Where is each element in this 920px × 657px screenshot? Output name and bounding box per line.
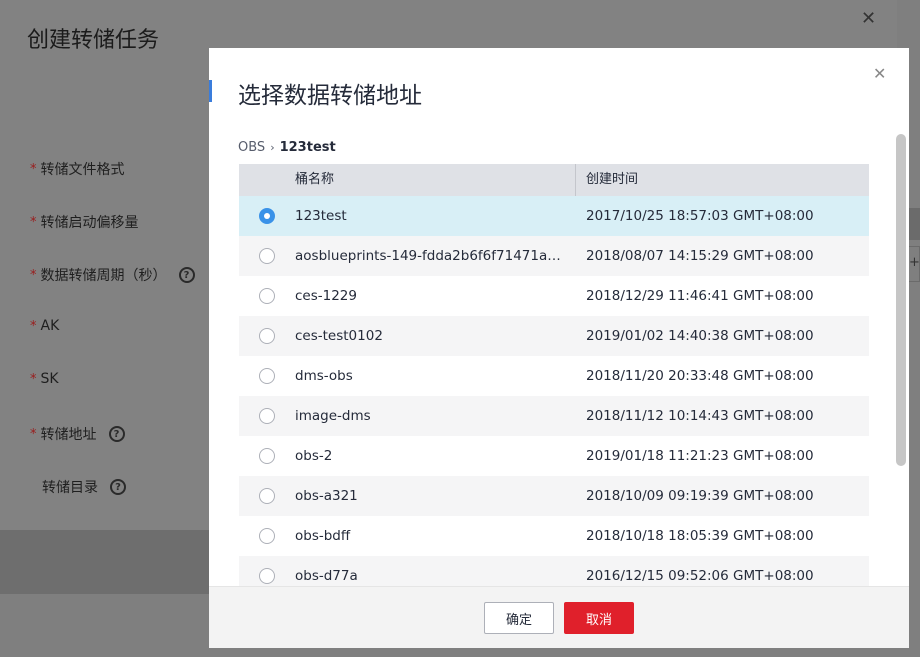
field-label-sk: * SK xyxy=(30,371,59,387)
bucket-table: 桶名称 创建时间 123test 2017/10/25 18:57:03 GMT… xyxy=(239,164,869,586)
field-label-ak: * AK xyxy=(30,318,59,334)
field-label-text: AK xyxy=(40,318,60,334)
created-time-cell: 2019/01/02 14:40:38 GMT+08:00 xyxy=(586,328,814,344)
table-row[interactable]: obs-a321 2018/10/09 09:19:39 GMT+08:00 xyxy=(239,476,869,516)
title-accent-bar xyxy=(209,80,212,102)
field-label-text: 转储文件格式 xyxy=(40,162,125,178)
table-row[interactable]: dms-obs 2018/11/20 20:33:48 GMT+08:00 xyxy=(239,356,869,396)
bucket-name-cell: obs-d77a xyxy=(295,568,358,584)
bucket-name-cell: 123test xyxy=(295,208,347,224)
bucket-name-cell: ces-test0102 xyxy=(295,328,383,344)
table-row[interactable]: obs-d77a 2016/12/15 09:52:06 GMT+08:00 xyxy=(239,556,869,586)
radio-button[interactable] xyxy=(259,488,275,504)
table-row[interactable]: ces-1229 2018/12/29 11:46:41 GMT+08:00 xyxy=(239,276,869,316)
table-header: 桶名称 创建时间 xyxy=(239,164,869,196)
table-body: 123test 2017/10/25 18:57:03 GMT+08:00 ao… xyxy=(239,196,869,586)
bucket-name-cell: obs-2 xyxy=(295,448,333,464)
radio-button[interactable] xyxy=(259,368,275,384)
chevron-right-icon: › xyxy=(270,141,275,154)
radio-button[interactable] xyxy=(259,248,275,264)
created-time-cell: 2018/11/20 20:33:48 GMT+08:00 xyxy=(586,368,814,384)
field-label-dump-address: * 转储地址 ? xyxy=(30,424,125,444)
created-time-cell: 2018/10/09 09:19:39 GMT+08:00 xyxy=(586,488,814,504)
field-label-text: 转储启动偏移量 xyxy=(40,215,139,231)
bucket-name-cell: image-dms xyxy=(295,408,371,424)
bucket-name-cell: dms-obs xyxy=(295,368,353,384)
help-icon[interactable]: ? xyxy=(178,267,195,283)
field-label-dump-period: * 数据转储周期（秒） ? xyxy=(30,265,195,285)
column-header-bucket-name: 桶名称 xyxy=(295,172,335,187)
field-label-text: 数据转储周期（秒） xyxy=(40,268,167,284)
required-asterisk: * xyxy=(30,426,37,442)
bucket-name-cell: ces-1229 xyxy=(295,288,357,304)
field-label-text: SK xyxy=(40,371,59,387)
radio-button[interactable] xyxy=(259,288,275,304)
bucket-name-cell: obs-a321 xyxy=(295,488,358,504)
radio-button[interactable] xyxy=(259,408,275,424)
table-scrollbar[interactable] xyxy=(896,134,906,466)
radio-button-selected[interactable] xyxy=(259,208,275,224)
required-asterisk: * xyxy=(30,267,37,283)
field-label-text: 转储目录 xyxy=(42,480,98,496)
field-label-dump-directory: 转储目录 ? xyxy=(42,477,126,497)
table-row[interactable]: image-dms 2018/11/12 10:14:43 GMT+08:00 xyxy=(239,396,869,436)
breadcrumb: OBS › 123test xyxy=(238,140,336,155)
radio-button[interactable] xyxy=(259,448,275,464)
table-row[interactable]: aosblueprints-149-fdda2b6f6f71471ab28… 2… xyxy=(239,236,869,276)
created-time-cell: 2018/11/12 10:14:43 GMT+08:00 xyxy=(586,408,814,424)
select-dump-address-modal: 选择数据转储地址 ✕ OBS › 123test 桶名称 创建时间 123tes… xyxy=(209,48,909,648)
required-asterisk: * xyxy=(30,371,37,387)
created-time-cell: 2017/10/25 18:57:03 GMT+08:00 xyxy=(586,208,814,224)
table-row[interactable]: obs-bdff 2018/10/18 18:05:39 GMT+08:00 xyxy=(239,516,869,556)
cancel-button[interactable]: 取消 xyxy=(564,602,634,634)
created-time-cell: 2019/01/18 11:21:23 GMT+08:00 xyxy=(586,448,814,464)
modal-footer: 确定 取消 xyxy=(209,586,909,648)
help-icon[interactable]: ? xyxy=(108,426,125,442)
background-dialog-title: 创建转储任务 xyxy=(27,28,160,53)
breadcrumb-root[interactable]: OBS xyxy=(238,140,265,155)
column-header-created-time: 创建时间 xyxy=(575,164,869,196)
modal-title: 选择数据转储地址 xyxy=(238,83,422,109)
radio-button[interactable] xyxy=(259,328,275,344)
field-label-text: 转储地址 xyxy=(40,427,97,443)
required-asterisk: * xyxy=(30,161,37,177)
field-label-file-format: * 转储文件格式 xyxy=(30,159,125,179)
bucket-name-cell: aosblueprints-149-fdda2b6f6f71471ab28… xyxy=(295,248,575,264)
table-row[interactable]: 123test 2017/10/25 18:57:03 GMT+08:00 xyxy=(239,196,869,236)
required-asterisk: * xyxy=(30,318,37,334)
confirm-button[interactable]: 确定 xyxy=(484,602,554,634)
created-time-cell: 2018/08/07 14:15:29 GMT+08:00 xyxy=(586,248,814,264)
background-close-icon[interactable]: ✕ xyxy=(861,8,876,29)
breadcrumb-current: 123test xyxy=(279,140,336,155)
required-asterisk: * xyxy=(30,214,37,230)
created-time-cell: 2018/10/18 18:05:39 GMT+08:00 xyxy=(586,528,814,544)
bucket-name-cell: obs-bdff xyxy=(295,528,351,544)
close-icon[interactable]: ✕ xyxy=(873,64,886,83)
table-row[interactable]: ces-test0102 2019/01/02 14:40:38 GMT+08:… xyxy=(239,316,869,356)
radio-button[interactable] xyxy=(259,568,275,584)
created-time-cell: 2016/12/15 09:52:06 GMT+08:00 xyxy=(586,568,814,584)
radio-button[interactable] xyxy=(259,528,275,544)
created-time-cell: 2018/12/29 11:46:41 GMT+08:00 xyxy=(586,288,814,304)
table-row[interactable]: obs-2 2019/01/18 11:21:23 GMT+08:00 xyxy=(239,436,869,476)
field-label-start-offset: * 转储启动偏移量 xyxy=(30,212,139,232)
help-icon[interactable]: ? xyxy=(110,479,126,495)
